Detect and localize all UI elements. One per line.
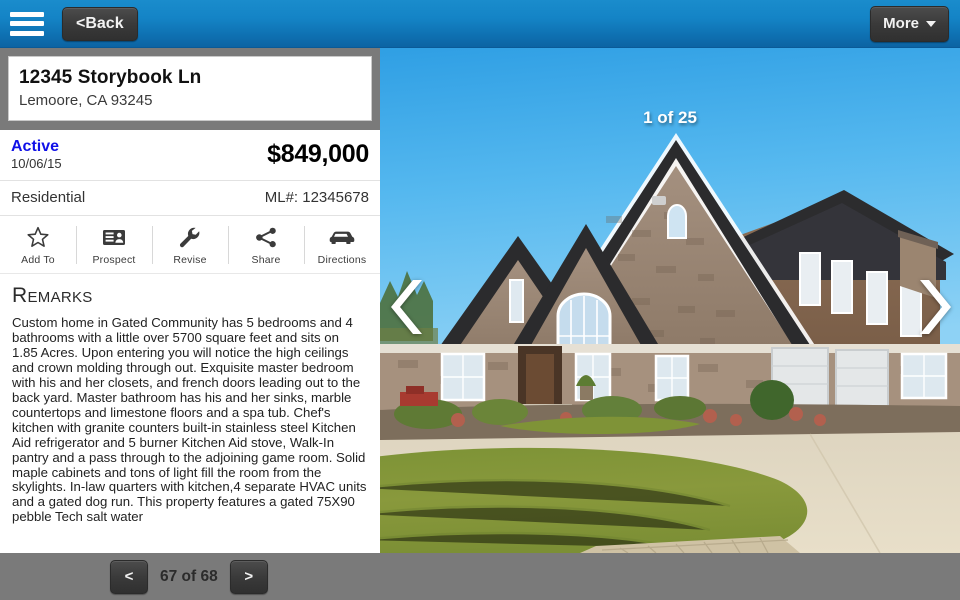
star-outline-icon [27, 227, 49, 248]
contact-card-icon [103, 230, 125, 246]
status-badge: Active [11, 138, 60, 155]
address-city-state-zip: Lemoore, CA 93245 [19, 92, 153, 109]
previous-photo-button[interactable] [388, 276, 432, 338]
property-photo [380, 48, 960, 553]
hamburger-bar [10, 30, 44, 36]
revise-label: Revise [173, 254, 207, 267]
remarks-heading: Remarks [12, 284, 93, 308]
directions-button[interactable]: Directions [304, 222, 380, 268]
hamburger-menu-icon[interactable] [10, 11, 44, 36]
status-block: Active 10/06/15 [11, 138, 62, 171]
action-toolbar: Add To Prospect Revise Share Directions [0, 216, 380, 275]
mls-number: ML#: 12345678 [264, 189, 369, 207]
share-button[interactable]: Share [228, 222, 304, 268]
chevron-down-icon [926, 20, 936, 27]
add-to-button[interactable]: Add To [0, 222, 76, 268]
top-navigation-bar: <Back More [0, 0, 960, 48]
directions-label: Directions [317, 254, 367, 267]
wrench-icon [179, 228, 200, 248]
pagination-bar: < 67 of 68 > [0, 553, 960, 600]
listing-photo-viewer[interactable]: 1 of 25 [380, 48, 960, 553]
chevron-left-icon [391, 280, 422, 334]
status-price-row: Active 10/06/15 $849,000 [0, 130, 380, 182]
listing-details-scroll-area[interactable]: Active 10/06/15 $849,000 Residential ML#… [0, 130, 380, 553]
next-listing-button[interactable]: > [229, 559, 268, 594]
pagination-label: 67 of 68 [160, 567, 218, 585]
more-button[interactable]: More [870, 5, 949, 42]
chevron-right-icon [920, 280, 951, 334]
remarks-section: Remarks Custom home in Gated Community h… [0, 274, 380, 525]
listing-detail-screen: <Back More 12345 Storybook Ln Lemoore, C… [0, 0, 960, 600]
prospect-button[interactable]: Prospect [76, 222, 152, 268]
status-date: 10/06/15 [11, 155, 62, 171]
next-photo-button[interactable] [910, 276, 954, 338]
address-card: 12345 Storybook Ln Lemoore, CA 93245 [8, 56, 372, 121]
more-button-label: More [883, 15, 919, 32]
share-nodes-icon [256, 228, 276, 248]
property-type: Residential [11, 189, 86, 207]
prospect-label: Prospect [92, 254, 136, 267]
hamburger-bar [10, 21, 44, 26]
hamburger-bar [10, 11, 44, 17]
share-label: Share [251, 254, 281, 267]
listing-price: $849,000 [267, 140, 369, 169]
back-button[interactable]: <Back [62, 6, 138, 41]
address-street: 12345 Storybook Ln [19, 67, 202, 88]
add-to-label: Add To [21, 254, 55, 267]
revise-button[interactable]: Revise [152, 222, 228, 268]
remarks-body: Custom home in Gated Community has 5 bed… [12, 315, 367, 525]
car-icon [329, 232, 355, 245]
property-type-row: Residential ML#: 12345678 [0, 181, 380, 217]
previous-listing-button[interactable]: < [110, 559, 148, 594]
